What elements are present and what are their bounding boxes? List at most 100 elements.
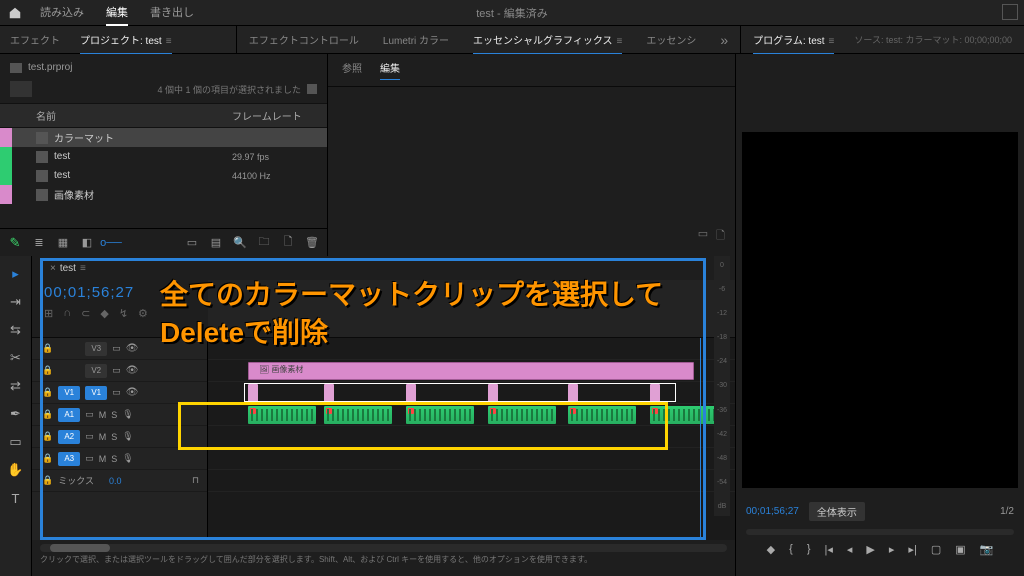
export-frame-icon[interactable]: 📷 (980, 543, 994, 556)
automate-icon[interactable]: ▤ (209, 236, 223, 250)
extract-icon[interactable]: ▣ (955, 543, 965, 556)
clip-audio[interactable] (488, 406, 556, 424)
track-lane[interactable] (208, 404, 735, 426)
track-header-a1[interactable]: 🔒 A1 ▭ MS 🎙 (32, 404, 207, 426)
col-name[interactable]: 名前 (0, 108, 232, 123)
panel-tab-lumetri[interactable]: Lumetri カラー (383, 26, 449, 53)
type-tool[interactable]: T (6, 488, 26, 508)
track-lane[interactable] (208, 382, 735, 404)
panel-tab-source[interactable]: ソース: test: カラーマット: 00;00;00;00 (854, 27, 1012, 52)
new-item-icon[interactable]: 🗋 (281, 236, 295, 250)
track-target[interactable]: V2 (85, 364, 107, 378)
go-out-icon[interactable]: ▸| (908, 543, 916, 556)
track-target[interactable]: V1 (85, 386, 107, 400)
ripple-tool[interactable]: ⇆ (6, 320, 26, 340)
status-toggle-icon[interactable] (307, 84, 317, 94)
solo-icon[interactable]: S (111, 454, 117, 464)
lock-icon[interactable]: 🔒 (42, 431, 53, 442)
sequence-name[interactable]: test (60, 263, 76, 274)
selection-tool[interactable]: ▸ (6, 264, 26, 284)
track-target[interactable]: A1 (58, 408, 80, 422)
clip-audio[interactable] (650, 406, 718, 424)
track-select-tool[interactable]: ⇥ (6, 292, 26, 312)
mute-icon[interactable]: M (99, 454, 107, 464)
clip-image[interactable]: 🖼 画像素材 (248, 362, 694, 380)
solo-icon[interactable]: S (111, 410, 117, 420)
hand-tool[interactable]: ✋ (6, 460, 26, 480)
panel-tab-effectcontrols[interactable]: エフェクトコントロール (249, 26, 359, 53)
meter-icon[interactable]: ⊓ (192, 475, 199, 486)
resolution-fraction[interactable]: 1/2 (1000, 506, 1014, 517)
track-target[interactable]: A3 (58, 452, 80, 466)
track-header-a2[interactable]: 🔒A2▭MS🎙 (32, 426, 207, 448)
panel-tab-project[interactable]: プロジェクト: test≡ (80, 26, 172, 54)
new-bin-icon[interactable]: 🗀 (257, 236, 271, 250)
toggle-output[interactable]: ▭ (112, 343, 121, 354)
panel-tab-essential-trunc[interactable]: エッセンシ (646, 26, 696, 53)
trash-icon[interactable]: 🗑 (305, 236, 319, 250)
tab-export[interactable]: 書き出し (150, 0, 194, 26)
project-item[interactable]: test 29.97 fps (0, 147, 327, 166)
panel-overflow-icon[interactable]: » (720, 32, 728, 48)
timeline-h-scroll[interactable] (40, 544, 727, 552)
tl-opt-wrench[interactable]: ⚙ (138, 307, 148, 320)
timeline-timecode[interactable]: 00;01;56;27 (44, 284, 196, 301)
program-scrub[interactable] (746, 529, 1014, 535)
tab-import[interactable]: 読み込み (40, 0, 84, 26)
lock-icon[interactable]: 🔒 (42, 365, 53, 376)
mark-out-icon[interactable]: } (807, 543, 811, 556)
track-lane[interactable]: 🖼 画像素材 (208, 360, 735, 382)
toggle-output[interactable]: ▭ (112, 387, 121, 398)
project-item[interactable]: 画像素材 (0, 185, 327, 204)
eg-snap-icon[interactable]: ▭ (698, 227, 708, 246)
clip-audio[interactable] (568, 406, 636, 424)
add-marker-icon[interactable]: ◆ (767, 543, 775, 556)
rectangle-tool[interactable]: ▭ (6, 432, 26, 452)
lock-icon[interactable]: 🔒 (42, 409, 53, 420)
tl-opt-snap[interactable]: ∩ (63, 307, 71, 320)
icon-view-icon[interactable]: ▦ (56, 236, 70, 250)
track-lane[interactable] (208, 470, 735, 492)
play-icon[interactable]: ▶ (866, 543, 874, 556)
tl-opt-marker[interactable]: ◆ (100, 307, 108, 320)
lock-icon[interactable]: 🔒 (42, 343, 53, 354)
track-lane[interactable] (208, 426, 735, 448)
eg-tab-browse[interactable]: 参照 (342, 60, 362, 80)
panel-tab-effects[interactable]: エフェクト (10, 26, 60, 53)
track-target[interactable]: V3 (85, 342, 107, 356)
track-target[interactable]: A2 (58, 430, 80, 444)
find-icon[interactable]: 🔍 (233, 236, 247, 250)
sort-icon[interactable]: ▭ (185, 236, 199, 250)
razor-tool[interactable]: ✂ (6, 348, 26, 368)
project-item[interactable]: test 44100 Hz (0, 166, 327, 185)
program-timecode[interactable]: 00;01;56;27 (746, 506, 799, 517)
slip-tool[interactable]: ⇄ (6, 376, 26, 396)
track-lane[interactable] (208, 448, 735, 470)
go-in-icon[interactable]: |◂ (825, 543, 833, 556)
track-header-[interactable]: 🔒ミックス0.0⊓ (32, 470, 207, 492)
voice-icon[interactable]: 🎙 (122, 409, 133, 420)
eg-new-layer-icon[interactable]: 🗋 (716, 227, 725, 246)
toggle-output[interactable]: ▭ (85, 409, 94, 420)
pencil-icon[interactable]: ✎ (8, 236, 22, 250)
lift-icon[interactable]: ▢ (931, 543, 941, 556)
workspace-icon[interactable] (1002, 4, 1018, 20)
voice-icon[interactable]: 🎙 (122, 431, 133, 442)
lock-icon[interactable]: 🔒 (42, 453, 53, 464)
track-header-a3[interactable]: 🔒A3▭MS🎙 (32, 448, 207, 470)
freeform-view-icon[interactable]: ◧ (80, 236, 94, 250)
solo-icon[interactable]: S (111, 432, 117, 442)
program-monitor[interactable] (742, 132, 1018, 256)
track-header-v1[interactable]: 🔒V1V1▭👁 (32, 382, 207, 404)
track-lane[interactable] (208, 338, 735, 360)
project-item[interactable]: カラーマット (0, 128, 327, 147)
tab-edit[interactable]: 編集 (106, 0, 128, 26)
mix-value[interactable]: 0.0 (109, 476, 122, 486)
col-framerate[interactable]: フレームレート (232, 108, 302, 123)
eye-icon[interactable]: 👁 (126, 365, 139, 376)
mute-icon[interactable]: M (99, 432, 107, 442)
mute-icon[interactable]: M (99, 410, 107, 420)
eg-tab-edit[interactable]: 編集 (380, 60, 400, 80)
voice-icon[interactable]: 🎙 (122, 453, 133, 464)
track-header-v2[interactable]: 🔒V2▭👁 (32, 360, 207, 382)
